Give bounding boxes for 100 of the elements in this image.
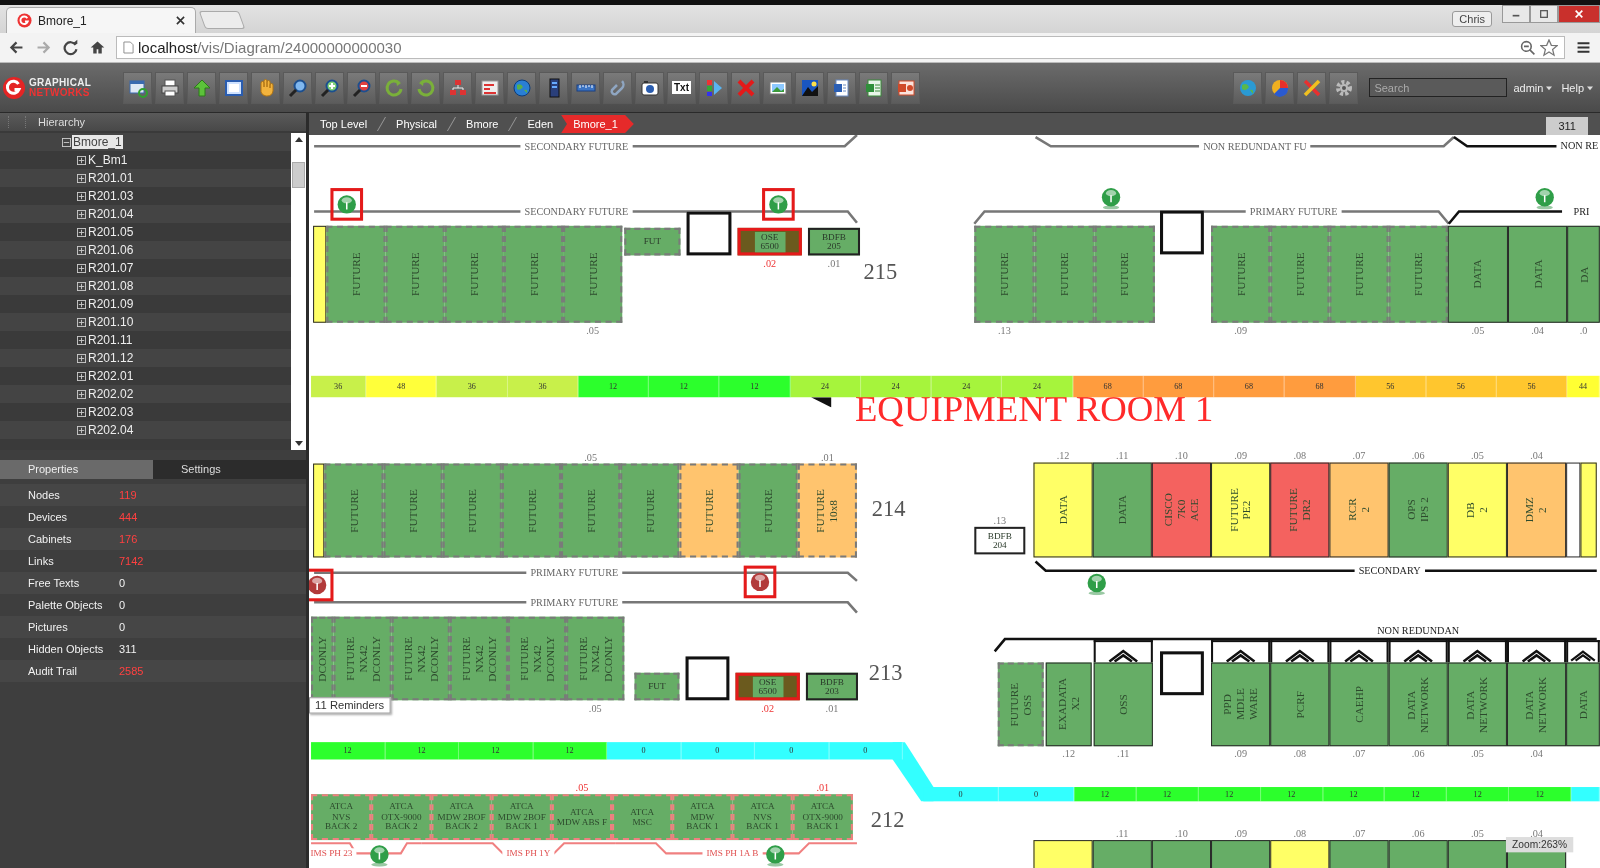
scroll-thumb[interactable] [292,162,305,188]
tree-item[interactable]: R201.05 [0,223,291,241]
status-icon[interactable] [1534,187,1555,210]
breadcrumb-item[interactable]: Bmore [458,116,507,132]
tree-item[interactable]: K_Bm1 [0,151,291,169]
menu-button[interactable]: Help [1558,81,1596,94]
menu-icon[interactable] [1575,39,1592,56]
scroll-up-icon[interactable] [294,137,303,142]
hand-button[interactable] [251,71,280,104]
breadcrumb-item[interactable]: Top Level [312,116,376,132]
expander-icon[interactable] [77,389,86,399]
scroll-down-icon[interactable] [294,441,303,446]
expander-icon[interactable] [77,245,86,255]
back-icon[interactable] [8,39,25,56]
text-tool-button[interactable]: Txt [667,71,696,104]
address-field[interactable]: localhost/vis/Diagram/24000000000030 [116,36,1565,59]
window-refresh-button[interactable] [123,71,152,104]
expander-icon[interactable] [77,335,86,345]
expander-icon[interactable] [77,227,86,237]
expander-icon[interactable] [77,209,86,219]
status-icon[interactable] [336,194,357,217]
expander-icon[interactable] [77,371,86,381]
ruler-button[interactable] [571,71,600,104]
property-label: Devices [28,511,69,523]
tree-item[interactable]: Bmore_1 [0,133,291,151]
breadcrumb-item[interactable]: Physical [388,116,446,132]
tree-item[interactable]: R202.02 [0,385,291,403]
panel-tab[interactable]: Properties [0,460,153,479]
server-button[interactable] [539,71,568,104]
expander-icon[interactable] [77,299,86,309]
window-button[interactable] [219,71,248,104]
breadcrumb-item[interactable]: Eden [519,116,562,132]
maximize-button[interactable] [1530,5,1558,23]
status-icon[interactable] [1086,572,1107,596]
close-icon[interactable] [176,16,185,25]
scrollbar[interactable] [291,133,306,450]
menu-button[interactable]: admin [1510,81,1556,94]
spreadsheet-button[interactable] [859,71,888,104]
palette-button[interactable] [699,71,728,104]
panel-tab[interactable]: Settings [153,460,306,479]
expander-icon[interactable] [77,317,86,327]
expander-icon[interactable] [77,173,86,183]
landscape-button[interactable] [795,71,824,104]
home-icon[interactable] [89,39,106,56]
camera-button[interactable] [635,71,664,104]
status-icon[interactable] [765,844,786,867]
document-button[interactable] [827,71,856,104]
tree-item[interactable]: R201.09 [0,295,291,313]
expander-icon[interactable] [77,407,86,417]
expander-icon[interactable] [77,281,86,291]
browser-tab[interactable]: Bmore_1 [6,7,196,33]
tree-item[interactable]: R201.07 [0,259,291,277]
up-arrow-button[interactable] [187,71,216,104]
profile-button[interactable]: Chris [1452,11,1492,27]
power-reading: 12 [417,746,426,756]
print-button[interactable] [155,71,184,104]
status-icon[interactable] [768,194,789,217]
status-icon[interactable] [1100,187,1122,210]
expander-icon[interactable] [77,353,86,363]
tree-label: Bmore_1 [72,135,123,149]
close-button[interactable] [1558,5,1600,23]
globe-button[interactable] [1233,71,1263,104]
tree-item[interactable]: R202.04 [0,421,291,439]
tree-item[interactable]: R201.12 [0,349,291,367]
cabinet-label: DA [1577,266,1590,283]
settings-button[interactable] [1329,71,1359,104]
image-button[interactable] [763,71,792,104]
tree-item[interactable]: R202.03 [0,403,291,421]
network-button[interactable] [443,71,472,104]
pie-chart-button[interactable] [1265,71,1295,104]
bus-label: IMS PH 1A B [702,848,763,859]
search-field[interactable]: Search [1369,78,1508,97]
zoom-in-button[interactable] [315,71,344,104]
expander-icon[interactable] [77,191,86,201]
expander-icon[interactable] [62,137,71,147]
redo-button[interactable] [411,71,440,104]
tree-item[interactable]: R201.08 [0,277,291,295]
reload-icon[interactable] [62,39,79,56]
zoom-icon[interactable] [1520,39,1536,56]
expander-icon[interactable] [77,425,86,435]
expander-icon[interactable] [77,263,86,273]
undo-button[interactable] [379,71,408,104]
breadcrumb-item[interactable]: Bmore_1 [561,115,634,133]
tree-item[interactable]: R201.01 [0,169,291,187]
tools-button[interactable] [1297,71,1327,104]
property-value: 0 [119,577,126,589]
tree-item[interactable]: R201.03 [0,187,291,205]
tree-item[interactable]: R201.11 [0,331,291,349]
star-icon[interactable] [1540,38,1558,57]
tree-item[interactable]: R201.10 [0,313,291,331]
tree-item[interactable]: R201.04 [0,205,291,223]
globe-button[interactable] [507,71,536,104]
slides-button[interactable] [891,71,920,104]
tree-item[interactable]: R202.01 [0,367,291,385]
chart-button[interactable] [475,71,504,104]
status-icon[interactable] [369,844,390,867]
search-button[interactable] [283,71,312,104]
reminders-tooltip[interactable]: 11 Reminders [309,697,391,714]
tree-item[interactable]: R201.06 [0,241,291,259]
expander-icon[interactable] [77,155,86,165]
